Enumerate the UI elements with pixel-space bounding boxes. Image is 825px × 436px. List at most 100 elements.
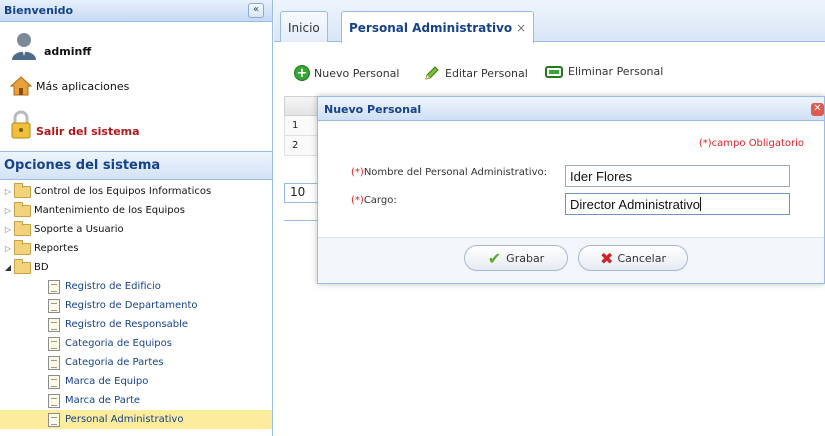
tree-item-label: Categoria de Equipos — [65, 338, 172, 349]
open-folder-icon — [14, 258, 31, 274]
tab-label: Personal Administrativo — [349, 21, 513, 35]
new-personal-dialog: Nuevo Personal ✕ (*)campo Obligatorio (*… — [317, 96, 825, 284]
document-icon — [48, 355, 60, 370]
user-name: adminff — [44, 45, 92, 58]
name-field-label: (*)Nombre del Personal Administrativo: — [351, 167, 547, 178]
tree-item-label: Marca de Equipo — [65, 376, 149, 387]
save-label: Grabar — [506, 251, 545, 265]
logout-row[interactable]: Salir del sistema — [10, 110, 140, 140]
edit-personal-button[interactable]: Editar Personal — [424, 65, 528, 81]
collapse-sidebar-button[interactable]: « — [248, 3, 264, 18]
save-button[interactable]: ✔ Grabar — [464, 245, 568, 271]
more-apps-link[interactable]: Más aplicaciones — [36, 80, 129, 93]
document-icon — [48, 412, 60, 427]
page-size-select[interactable]: 10 — [284, 183, 320, 203]
cargo-input[interactable]: Director Administrativo — [565, 193, 790, 215]
cancel-button[interactable]: ✖ Cancelar — [578, 245, 688, 271]
tab-bar: Inicio Personal Administrativo × — [274, 0, 825, 43]
tree-folder-label: Mantenimiento de los Equipos — [34, 205, 185, 216]
cancel-label: Cancelar — [617, 251, 666, 265]
tree-item[interactable]: Registro de Departamento — [0, 296, 272, 315]
dialog-title: Nuevo Personal — [324, 103, 422, 116]
cargo-input-value: Director Administrativo — [570, 197, 701, 212]
collapse-arrow-icon[interactable]: ◢ — [2, 263, 14, 272]
sidebar-header: Bienvenido « — [0, 0, 272, 22]
tree-folder[interactable]: ▷ Soporte a Usuario — [0, 220, 272, 239]
close-dialog-icon[interactable]: ✕ — [811, 103, 824, 116]
new-personal-button[interactable]: + Nuevo Personal — [294, 65, 399, 81]
sidebar: Bienvenido « adminff Más aplicaciones Sa… — [0, 0, 273, 436]
toolbar: + Nuevo Personal Editar Personal Elimina… — [274, 42, 825, 88]
close-tab-icon[interactable]: × — [516, 21, 526, 35]
tree-item-label: Registro de Edificio — [65, 281, 161, 292]
tree-folder-label: Soporte a Usuario — [34, 224, 124, 235]
delete-personal-label: Eliminar Personal — [568, 65, 664, 78]
tree-item[interactable]: Categoria de Partes — [0, 353, 272, 372]
tree-folder[interactable]: ▷ Control de los Equipos Informaticos — [0, 182, 272, 201]
delete-icon — [545, 65, 563, 78]
lock-icon — [11, 110, 31, 139]
folder-icon — [14, 239, 31, 255]
tree-folder-bd[interactable]: ◢ BD — [0, 258, 272, 277]
dialog-footer: ✔ Grabar ✖ Cancelar — [318, 237, 824, 283]
required-marker: (*) — [351, 167, 364, 178]
cargo-label-text: Cargo: — [363, 195, 397, 206]
tree-folder-label: Reportes — [34, 243, 79, 254]
divider — [284, 220, 320, 221]
user-row: adminff — [10, 32, 91, 60]
name-label-text: Nombre del Personal Administrativo: — [363, 167, 547, 178]
text-caret — [700, 197, 702, 211]
data-grid: 1 2 — [284, 96, 320, 156]
tree-item-selected[interactable]: Personal Administrativo — [0, 410, 272, 429]
new-personal-label: Nuevo Personal — [314, 66, 400, 80]
apps-row[interactable]: Más aplicaciones — [10, 75, 129, 97]
tree-folder-label: Control de los Equipos Informaticos — [34, 186, 212, 197]
tree-item[interactable]: Registro de Edificio — [0, 277, 272, 296]
user-block: adminff Más aplicaciones Salir del siste… — [0, 22, 272, 152]
cancel-x-icon: ✖ — [600, 248, 614, 268]
required-marker: (*) — [351, 195, 364, 206]
dialog-header: Nuevo Personal ✕ — [318, 97, 824, 121]
menu-tree: ▷ Control de los Equipos Informaticos ▷ … — [0, 180, 272, 429]
user-icon — [12, 33, 36, 60]
document-icon — [48, 317, 60, 332]
document-icon — [48, 336, 60, 351]
tree-item-label: Personal Administrativo — [65, 414, 184, 425]
delete-personal-button[interactable]: Eliminar Personal — [545, 65, 663, 78]
tree-item[interactable]: Marca de Equipo — [0, 372, 272, 391]
tree-folder[interactable]: ▷ Mantenimiento de los Equipos — [0, 201, 272, 220]
pencil-icon — [425, 66, 439, 80]
tab-label: Inicio — [288, 21, 320, 35]
tree-item-label: Registro de Responsable — [65, 319, 189, 330]
name-input[interactable]: Ider Flores — [565, 165, 790, 187]
tree-item[interactable]: Categoria de Equipos — [0, 334, 272, 353]
grid-header — [284, 96, 320, 116]
expand-arrow-icon[interactable]: ▷ — [2, 244, 14, 253]
required-note: (*)campo Obligatorio — [698, 138, 804, 149]
document-icon — [48, 279, 60, 294]
logout-link[interactable]: Salir del sistema — [36, 125, 140, 138]
tree-item-label: Registro de Departamento — [65, 300, 198, 311]
expand-arrow-icon[interactable]: ▷ — [2, 225, 14, 234]
system-options-header: Opciones del sistema — [0, 152, 272, 180]
tab-personal-administrativo[interactable]: Personal Administrativo × — [341, 11, 535, 43]
tree-folder-label: BD — [34, 262, 49, 273]
expand-arrow-icon[interactable]: ▷ — [2, 206, 14, 215]
name-input-value: Ider Flores — [570, 169, 633, 184]
tree-item-label: Marca de Parte — [65, 395, 141, 406]
tab-home[interactable]: Inicio — [280, 11, 328, 42]
tree-item-label: Categoria de Partes — [65, 357, 164, 368]
folder-icon — [14, 182, 31, 198]
table-row[interactable]: 2 — [284, 136, 320, 156]
tree-item[interactable]: Marca de Parte — [0, 391, 272, 410]
home-icon — [10, 76, 32, 96]
tree-folder[interactable]: ▷ Reportes — [0, 239, 272, 258]
expand-arrow-icon[interactable]: ▷ — [2, 187, 14, 196]
tree-item[interactable]: Registro de Responsable — [0, 315, 272, 334]
add-icon: + — [294, 65, 310, 81]
sidebar-title: Bienvenido — [4, 4, 74, 17]
document-icon — [48, 374, 60, 389]
table-row[interactable]: 1 — [284, 116, 320, 136]
check-icon: ✔ — [487, 248, 502, 268]
document-icon — [48, 393, 60, 408]
